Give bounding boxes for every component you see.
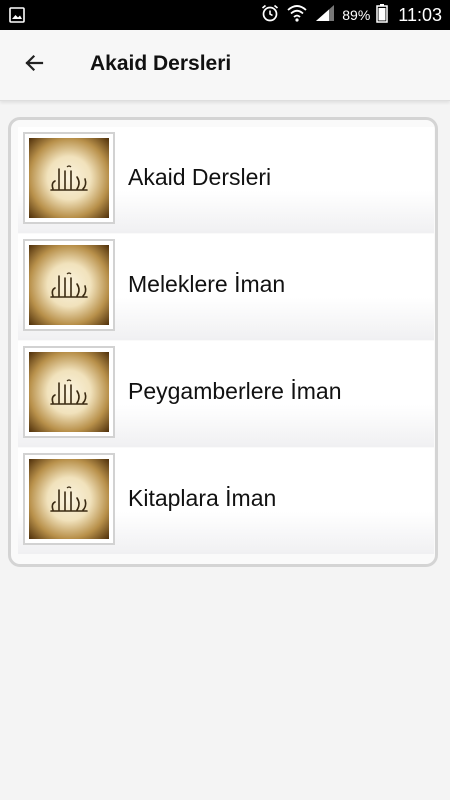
- list-item-thumbnail: [23, 453, 115, 545]
- list-item[interactable]: Akaid Dersleri: [18, 127, 434, 233]
- signal-icon: [314, 3, 336, 28]
- list-item[interactable]: Peygamberlere İman: [18, 341, 434, 447]
- list-item[interactable]: Meleklere İman: [18, 234, 434, 340]
- list-item-thumbnail: [23, 239, 115, 331]
- allah-calligraphy-icon: [29, 245, 109, 325]
- battery-icon: [376, 3, 389, 28]
- app-toolbar: Akaid Dersleri: [0, 30, 450, 101]
- page-title: Akaid Dersleri: [90, 52, 232, 75]
- list-item-label: Meleklere İman: [128, 271, 286, 297]
- gallery-icon: [9, 7, 25, 23]
- back-button[interactable]: [12, 43, 56, 87]
- clock: 11:03: [398, 4, 442, 25]
- lessons-list-card: Akaid Dersleri Meleklere İman Peygamberl…: [8, 117, 438, 567]
- list-item-label: Peygamberlere İman: [128, 378, 342, 404]
- list-item-label: Kitaplara İman: [128, 485, 277, 511]
- list-item-thumbnail: [23, 132, 115, 224]
- allah-calligraphy-icon: [29, 459, 109, 539]
- wifi-icon: [286, 3, 308, 28]
- allah-calligraphy-icon: [29, 138, 109, 218]
- list-item[interactable]: Kitaplara İman: [18, 448, 434, 554]
- alarm-icon: [260, 3, 280, 28]
- list-item-label: Akaid Dersleri: [128, 164, 272, 190]
- battery-percent: 89%: [342, 7, 371, 23]
- list-item-thumbnail: [23, 346, 115, 438]
- arrow-back-icon: [22, 51, 46, 80]
- status-icons: 89% 11:03: [260, 0, 442, 30]
- status-bar: 89% 11:03: [0, 0, 450, 30]
- allah-calligraphy-icon: [29, 352, 109, 432]
- lessons-list: Akaid Dersleri Meleklere İman Peygamberl…: [18, 127, 434, 555]
